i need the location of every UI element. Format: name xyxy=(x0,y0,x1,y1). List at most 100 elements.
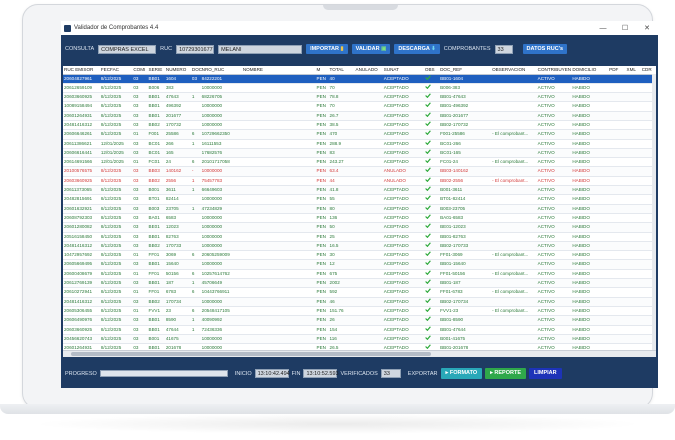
table-row[interactable]: 20610272941 8/12/2025 01 FF01 6783 6 104437669… xyxy=(63,287,656,298)
ruc-input[interactable]: 10729301677 xyxy=(176,44,215,54)
table-cell: ACEPTADO xyxy=(382,287,424,298)
table-row[interactable]: 20456620743 8/12/2025 03 B001 41675 10000000 P… xyxy=(63,334,656,345)
folder-icon: ▮ xyxy=(340,46,344,52)
consulta-select[interactable]: COMPRAS EXCEL xyxy=(98,44,157,54)
table-cell: PEN xyxy=(315,74,329,84)
datos-ruc-button[interactable]: DATOS RUC's xyxy=(522,44,568,54)
table-row[interactable]: 20606646261 8/12/2025 01 F001 25586 6 10729662… xyxy=(63,129,656,140)
column-header[interactable]: PDF xyxy=(608,66,626,75)
table-row[interactable]: 20603660925 8/12/2025 03 BB01 47643 1 68226705… xyxy=(63,92,656,103)
table-row[interactable]: 20611373065 8/12/2025 03 B001 3611 1 66649603 P… xyxy=(63,185,656,196)
checkmark-icon xyxy=(425,149,431,155)
table-cell: 45706649 xyxy=(200,278,242,289)
table-row[interactable]: 20606616441 12/01/2025 03 BC01 165 17682576 PE… xyxy=(63,148,656,159)
table-cell: 70 xyxy=(328,101,355,112)
table-row[interactable]: 20608792303 8/12/2025 03 BA01 6583 10000000 PE… xyxy=(63,213,656,224)
column-header[interactable]: NOMBRE xyxy=(241,66,316,75)
table-cell: HABIDO xyxy=(571,185,609,196)
table-cell xyxy=(354,287,383,298)
descarga-button[interactable]: DESCARGA ⬇ xyxy=(394,44,440,54)
column-header[interactable]: COMI xyxy=(132,66,148,75)
column-header[interactable]: OBSERVACION xyxy=(491,66,537,75)
column-header[interactable]: NRO_RUC xyxy=(200,66,242,75)
table-cell: 165 xyxy=(164,148,191,159)
column-header[interactable]: RUC EMISOR xyxy=(63,66,100,75)
column-header[interactable]: DOC_REF xyxy=(439,66,492,75)
table-row[interactable]: 20606490976 8/12/2025 03 BB01 8590 1 40090992 P… xyxy=(63,315,656,326)
table-row[interactable]: 20482815691 8/12/2025 03 BT01 82414 10000000 P… xyxy=(63,194,656,205)
column-header[interactable]: M xyxy=(315,66,329,75)
column-header[interactable]: CONTRIBUYEN xyxy=(536,66,572,75)
table-cell xyxy=(608,287,626,298)
table-cell: 8/12/2025 xyxy=(99,250,133,261)
checkmark-icon xyxy=(425,158,431,164)
column-header[interactable]: CDR xyxy=(640,66,656,75)
table-cell: 12 xyxy=(328,259,355,270)
table-cell xyxy=(190,334,201,345)
column-header[interactable]: DOC xyxy=(190,66,202,75)
table-row[interactable]: 20604827961 8/12/2025 03 BB01 1604 03 84222201… xyxy=(63,74,656,84)
vertical-scrollbar[interactable] xyxy=(652,74,656,350)
table-row[interactable]: 20605306455 8/12/2025 01 FVV1 23 6 20548417105… xyxy=(63,306,656,317)
table-row[interactable]: 20612659109 8/12/2025 03 B006 383 10000000 PEN… xyxy=(63,83,656,94)
table-cell xyxy=(625,287,641,298)
column-header[interactable]: NUMERO xyxy=(164,66,191,75)
table-row[interactable]: 20100576575 8/12/2025 03 BB03 140162-1000000… xyxy=(63,166,656,177)
table-row[interactable]: 20601280082 8/12/2025 03 BE01 12023 10000000 P… xyxy=(63,222,656,233)
reporte-button[interactable]: ▸ REPORTE xyxy=(485,368,527,379)
maximize-button[interactable]: ☐ xyxy=(614,24,636,32)
table-cell xyxy=(190,83,201,94)
table-row[interactable]: 20603660925 8/12/2025 03 BB01 47644 1 72436336… xyxy=(63,325,656,335)
table-cell: HABIDO xyxy=(571,120,609,131)
table-row[interactable]: 20601264931 8/12/2025 03 BB01 201677 10000000… xyxy=(63,111,656,122)
table-row[interactable]: 20600408679 8/12/2025 01 FF01 50156 6 10257614… xyxy=(63,269,656,280)
column-header[interactable]: SUNAT xyxy=(382,66,424,75)
name-input[interactable]: MELANI xyxy=(218,44,303,54)
column-header[interactable]: SERIE xyxy=(147,66,165,75)
table-cell: HABIDO xyxy=(571,269,609,280)
column-header[interactable]: ANULADO xyxy=(354,66,383,75)
table-row[interactable]: 10089158494 8/12/2025 03 BB01 496392 10000000… xyxy=(63,101,656,112)
table-cell: ACEPTADO xyxy=(382,111,424,122)
table-cell: PEN xyxy=(315,204,329,214)
importar-button[interactable]: IMPORTAR ▮ xyxy=(306,44,348,54)
table-row[interactable]: 10472957692 8/12/2025 01 FF01 3069 6 206052590… xyxy=(63,250,656,261)
column-header[interactable]: TOTAL xyxy=(328,66,355,75)
table-row[interactable]: 20601632921 8/12/2025 03 B003 23705 1 47234829… xyxy=(63,204,656,214)
table-row[interactable]: 20605669495 8/12/2025 03 BB01 15640 10000000 P… xyxy=(63,259,656,270)
limpiar-button[interactable]: LIMPIAR xyxy=(529,368,562,379)
close-button[interactable]: ✕ xyxy=(636,24,658,32)
table-row[interactable]: 20481416312 8/12/2025 03 BB02 170733 10000000… xyxy=(63,241,656,252)
table-row[interactable]: 20481416312 8/12/2025 03 BB02 170732 10000000… xyxy=(63,120,656,131)
table-cell: BC01 xyxy=(147,148,165,159)
comprobantes-label: COMPROBANTES xyxy=(443,46,491,52)
table-row[interactable]: 20481416312 8/12/2025 03 BB02 170734 10000000… xyxy=(63,297,656,307)
table-row[interactable]: 20612769139 8/12/2025 03 BB01 187 1 45706649 PE… xyxy=(63,278,656,289)
table-cell: HABIDO xyxy=(571,194,609,205)
table-cell xyxy=(423,213,440,224)
horizontal-scrollbar[interactable] xyxy=(63,350,656,357)
table-cell: BB01-8590 xyxy=(439,315,492,326)
table-row[interactable]: 20603660925 8/12/2025 03 BB02 2556 1 75457783 P… xyxy=(63,176,656,187)
scrollbar-thumb[interactable] xyxy=(71,352,431,356)
table-row[interactable]: 20516158450 8/12/2025 03 BB01 82763 10000000 P… xyxy=(63,232,656,242)
table-cell: 20605259009 xyxy=(200,250,242,261)
table-cell: ANULADO xyxy=(382,176,424,187)
table-cell: FF01 xyxy=(147,269,165,280)
validar-button[interactable]: VALIDAR ▣ xyxy=(351,44,391,54)
table-cell: PEN xyxy=(315,176,329,187)
table-cell: 20481416312 xyxy=(63,297,100,307)
table-cell: 201677 xyxy=(164,111,191,122)
table-row[interactable]: 20611386621 12/01/2025 03 BC01 266 1 16111553 P… xyxy=(63,139,656,149)
table-cell: 8/12/2025 xyxy=(99,213,133,224)
table-cell xyxy=(241,278,316,289)
table-cell: ACEPTADO xyxy=(382,139,424,149)
column-header[interactable]: OBS xyxy=(423,66,440,75)
column-header[interactable]: DOMICILIO xyxy=(571,66,609,75)
table-cell: 10729662350 xyxy=(200,129,242,140)
column-header[interactable]: FECFAC xyxy=(99,66,133,75)
formato-button[interactable]: ▸ FORMATO xyxy=(440,368,483,379)
table-row[interactable]: 20614691566 12/01/2025 01 FC01 24 6 2010171705… xyxy=(63,157,656,168)
column-header[interactable]: XML xyxy=(625,66,641,75)
minimize-button[interactable]: — xyxy=(592,25,614,32)
